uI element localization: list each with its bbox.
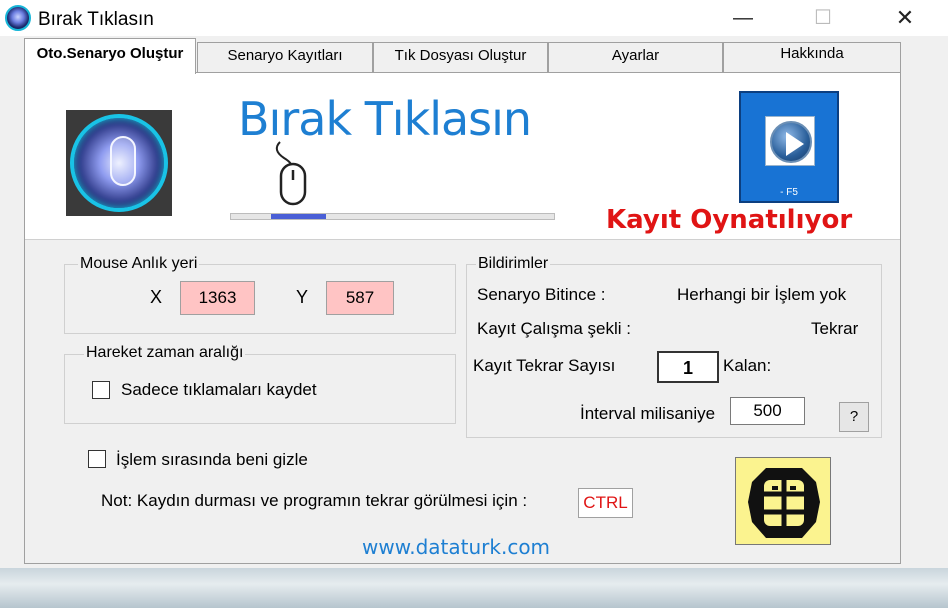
movement-interval-title: Hareket zaman aralığı [84,344,246,362]
tab-hakkinda[interactable]: Hakkında [723,42,901,72]
mouse-position-group [64,264,456,334]
minimize-button[interactable]: — [720,0,766,36]
repeat-count-label: Kayıt Tekrar Sayısı [473,356,616,375]
window-title: Bırak Tıklasın [38,9,154,30]
stop-key-field: CTRL [578,488,633,518]
only-clicks-label: Sadece tıklamaları kaydet [121,380,317,399]
run-mode-label: Kayıt Çalışma şekli : [477,319,631,338]
remaining-label: Kalan: [723,356,772,375]
close-button[interactable]: ✕ [882,0,928,36]
maximize-button[interactable]: ☐ [800,0,846,36]
mouse-outline-icon [275,141,307,206]
tab-senaryo-kayitlari[interactable]: Senaryo Kayıtları [197,42,373,72]
emblem-image [735,457,831,545]
only-clicks-checkbox[interactable] [92,381,110,399]
x-value: 1363 [180,281,255,315]
x-label: X [150,287,163,307]
tab-ayarlar[interactable]: Ayarlar [548,42,723,72]
notifications-title: Bildirimler [476,255,551,273]
mouse-position-title: Mouse Anlık yeri [78,255,200,273]
emblem-icon [748,468,820,538]
progress-bar [230,213,555,220]
play-button[interactable]: - F5 [739,91,839,203]
interval-ms-input[interactable]: 500 [730,397,805,425]
help-button[interactable]: ? [839,402,869,432]
y-label: Y [296,287,309,307]
hide-during-process-label: İşlem sırasında beni gizle [116,450,308,469]
website-link[interactable]: www.dataturk.com [362,535,550,559]
play-icon [770,121,812,163]
tab-oto-senaryo-olustur[interactable]: Oto.Senaryo Oluştur [24,38,196,74]
title-bar: Bırak Tıklasın — ☐ ✕ [0,0,948,36]
interval-ms-label: İnterval milisaniye [580,404,716,423]
tab-tik-dosyasi-olustur[interactable]: Tık Dosyası Oluştur [373,42,548,72]
play-triangle [786,132,804,156]
play-shortcut-label: - F5 [780,187,798,198]
stop-note-text: Not: Kaydın durması ve programın tekrar … [101,491,528,510]
app-window: Bırak Tıklasın — ☐ ✕ Oto.Senaryo Oluştur… [0,0,948,568]
repeat-count-input[interactable]: 1 [657,351,719,383]
play-icon-frame [765,116,815,166]
status-text: Kayıt Oynatılıyor [606,205,853,235]
run-mode-value: Tekrar [811,319,859,338]
mouse-shape [110,136,136,186]
app-logo [66,110,172,216]
glowing-mouse-icon [70,114,168,212]
desktop-background-bottom [0,568,948,608]
scenario-end-label: Senaryo Bitince : [477,285,606,304]
hide-during-process-checkbox[interactable] [88,450,106,468]
app-mouse-icon [5,5,31,31]
progress-fill [271,214,326,219]
y-value: 587 [326,281,394,315]
scenario-end-value: Herhangi bir İşlem yok [677,285,847,304]
